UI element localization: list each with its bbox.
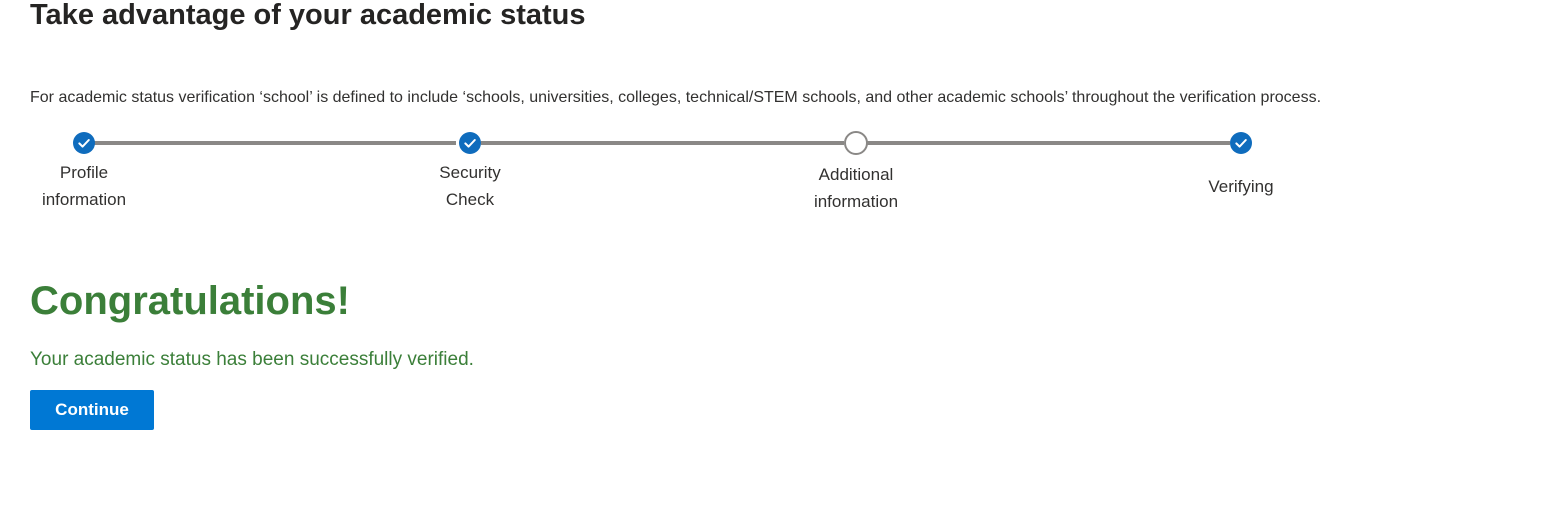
step-label-line: information <box>813 192 899 211</box>
step-label-verifying: Verifying <box>1161 173 1321 200</box>
step-label-line: Additional <box>818 165 894 184</box>
step-profile-checkmark-icon <box>73 132 95 154</box>
step-security-checkmark-icon <box>459 132 481 154</box>
step-label-line: Security <box>439 163 501 182</box>
step-connector-line <box>481 141 844 145</box>
step-verifying-checkmark-icon <box>1230 132 1252 154</box>
step-connector-line <box>867 141 1230 145</box>
step-label-line: information <box>41 190 127 209</box>
continue-button[interactable]: Continue <box>30 390 154 430</box>
step-connector-line <box>94 141 456 145</box>
step-label-additional: Additional information <box>776 161 936 215</box>
verification-stepper: Profile information Security Check Addit… <box>0 0 1551 230</box>
congratulations-heading: Congratulations! <box>30 279 350 323</box>
step-label-profile: Profile information <box>4 159 164 213</box>
verification-success-message: Your academic status has been successful… <box>30 349 474 370</box>
step-label-security: Security Check <box>390 159 550 213</box>
step-label-line: Check <box>445 190 495 209</box>
step-label-line: Profile <box>59 163 109 182</box>
step-additional-empty-circle-icon <box>844 131 868 155</box>
step-label-line: Verifying <box>1208 177 1274 196</box>
